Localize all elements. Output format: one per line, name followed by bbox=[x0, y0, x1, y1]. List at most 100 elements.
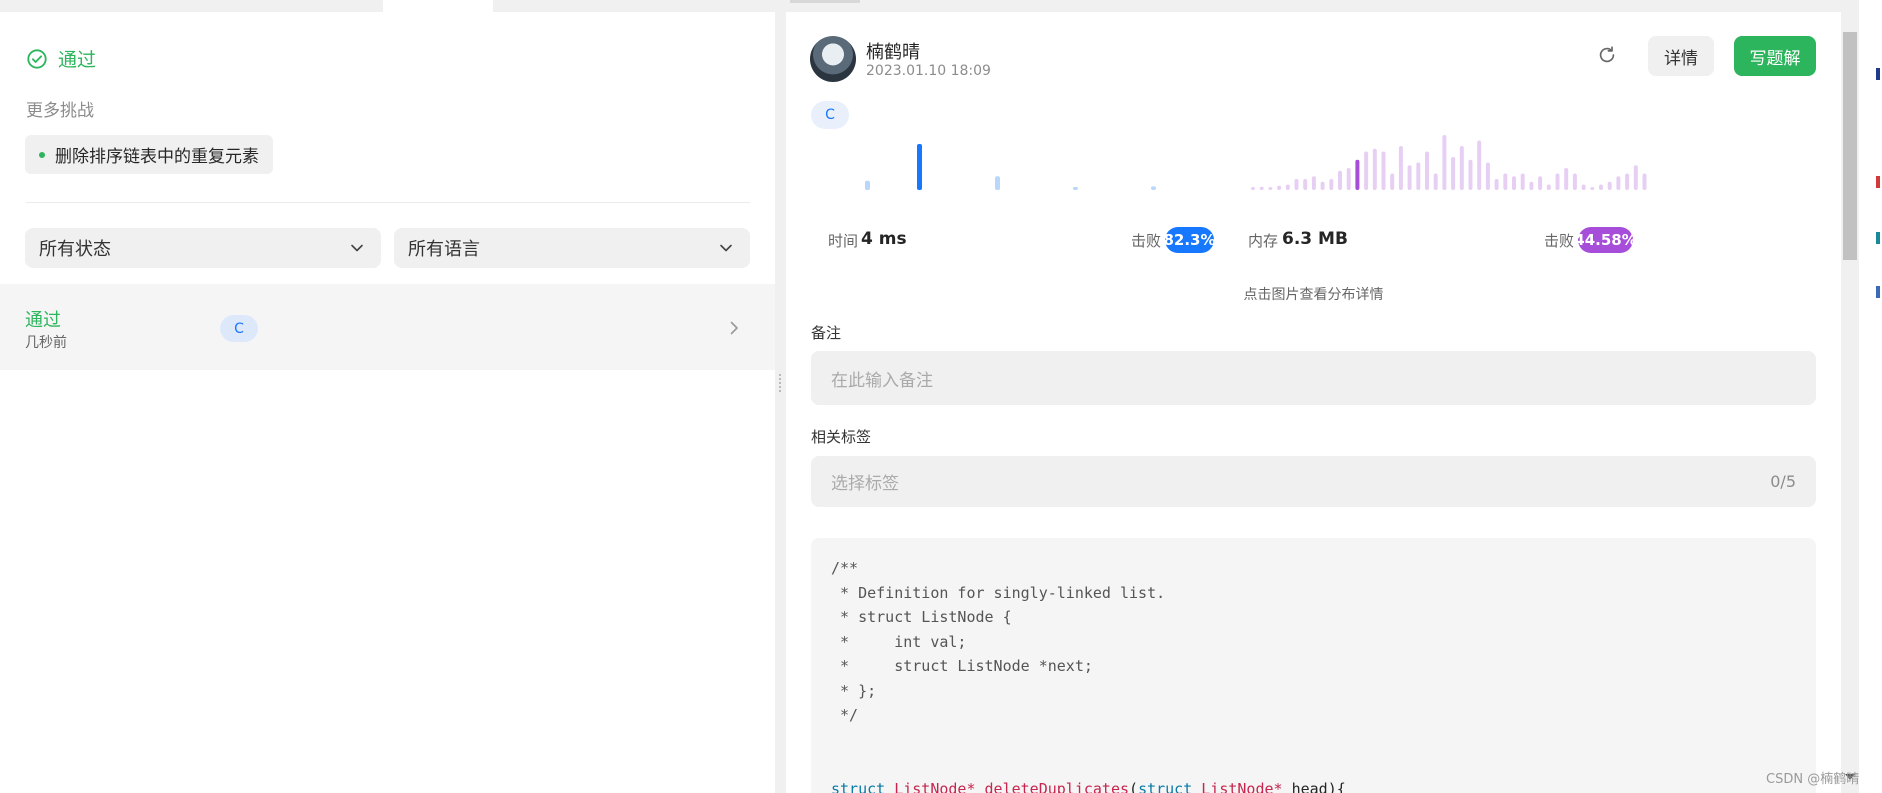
submission-language-badge: C bbox=[220, 315, 258, 342]
memory-bar bbox=[1633, 165, 1638, 190]
runtime-bar bbox=[865, 180, 870, 190]
divider bbox=[26, 202, 750, 203]
code-viewer[interactable]: /** * Definition for singly-linked list.… bbox=[811, 538, 1816, 793]
memory-bar bbox=[1372, 148, 1377, 190]
distribution-chart[interactable]: 时间 4 ms 击败 82.3% 内存 6.3 MB 击败 44.58% bbox=[811, 132, 1816, 262]
memory-bar bbox=[1590, 187, 1595, 190]
distribution-bars[interactable] bbox=[811, 132, 1816, 232]
refresh-icon[interactable] bbox=[1596, 44, 1618, 66]
submissions-panel: 通过 更多挑战 删除排序链表中的重复元素 所有状态 所有语言 通过 几秒前 C bbox=[0, 12, 775, 793]
result-label: 通过 bbox=[58, 49, 97, 71]
memory-beat-badge: 44.58% bbox=[1574, 227, 1637, 253]
chevron-right-icon bbox=[730, 321, 738, 335]
memory-bar bbox=[1520, 173, 1525, 190]
memory-bar bbox=[1512, 176, 1516, 190]
edge-marker-icon bbox=[1876, 68, 1880, 80]
avatar[interactable] bbox=[810, 36, 856, 82]
challenge-chip[interactable]: 删除排序链表中的重复元素 bbox=[25, 135, 273, 174]
bullet-dot-icon bbox=[39, 151, 45, 158]
memory-bar bbox=[1303, 179, 1308, 190]
runtime-beat-badge: 82.3% bbox=[1163, 227, 1216, 253]
memory-bar bbox=[1364, 151, 1369, 190]
runtime-value: 4 ms bbox=[861, 229, 907, 249]
notes-label: 备注 bbox=[811, 324, 842, 342]
memory-bar bbox=[1329, 179, 1334, 190]
memory-bar bbox=[1268, 187, 1273, 190]
memory-bar bbox=[1607, 181, 1612, 190]
memory-bar bbox=[1390, 173, 1395, 190]
memory-bar bbox=[1338, 170, 1342, 190]
memory-bar bbox=[1477, 140, 1482, 190]
detail-button[interactable]: 详情 bbox=[1648, 36, 1714, 76]
memory-bar bbox=[1546, 184, 1551, 190]
window-edge-strip bbox=[1859, 0, 1882, 793]
memory-bar bbox=[1398, 146, 1403, 190]
scrollbar-thumb[interactable] bbox=[1843, 32, 1857, 260]
memory-bar bbox=[1425, 151, 1429, 190]
memory-bar bbox=[1320, 181, 1325, 190]
memory-bar bbox=[1251, 187, 1255, 190]
memory-bar bbox=[1485, 162, 1490, 190]
memory-bar bbox=[1285, 184, 1290, 190]
check-circle-icon bbox=[27, 48, 47, 69]
submission-detail-panel: 楠鹤晴 2023.01.10 18:09 详情 写题解 C 时间 4 ms 击败… bbox=[786, 12, 1841, 793]
result-status: 通过 bbox=[26, 45, 96, 72]
tab-indicator-right[interactable] bbox=[790, 0, 860, 3]
memory-bar bbox=[1599, 184, 1603, 190]
submission-date: 2023.01.10 18:09 bbox=[866, 63, 991, 79]
submission-row[interactable]: 通过 几秒前 C bbox=[0, 284, 775, 370]
memory-bar bbox=[1538, 176, 1543, 190]
memory-bar bbox=[1564, 168, 1569, 190]
vertical-scrollbar[interactable] bbox=[1841, 12, 1859, 793]
submission-time: 几秒前 bbox=[25, 335, 67, 351]
tags-label: 相关标签 bbox=[811, 428, 872, 446]
memory-bar bbox=[1433, 173, 1438, 190]
memory-bar bbox=[1503, 173, 1508, 190]
chevron-down-icon bbox=[351, 244, 363, 252]
memory-beat-label: 击败 bbox=[1544, 232, 1575, 250]
memory-bar bbox=[1494, 179, 1499, 190]
user-name[interactable]: 楠鹤晴 bbox=[866, 38, 920, 64]
memory-bar bbox=[1581, 184, 1586, 190]
memory-bar bbox=[1346, 168, 1351, 190]
tags-select[interactable]: 选择标签 0/5 bbox=[811, 456, 1816, 507]
panel-splitter[interactable] bbox=[775, 12, 786, 793]
status-filter-select[interactable]: 所有状态 bbox=[25, 228, 381, 268]
memory-bar bbox=[1277, 185, 1282, 190]
memory-bar bbox=[1442, 135, 1447, 190]
chevron-down-icon bbox=[720, 244, 732, 252]
memory-bar bbox=[1459, 146, 1464, 190]
memory-bar bbox=[1259, 186, 1264, 190]
runtime-bar bbox=[917, 144, 922, 190]
runtime-bar bbox=[1151, 186, 1156, 190]
memory-value: 6.3 MB bbox=[1282, 229, 1348, 249]
runtime-label: 时间 bbox=[828, 232, 859, 250]
memory-bar bbox=[1416, 162, 1421, 190]
edge-marker-icon bbox=[1876, 176, 1880, 188]
memory-bar bbox=[1529, 181, 1534, 190]
distribution-hint: 点击图片查看分布详情 bbox=[1243, 287, 1384, 303]
splitter-grip-icon[interactable] bbox=[779, 374, 781, 392]
notes-input[interactable]: 在此输入备注 bbox=[811, 351, 1816, 405]
memory-label: 内存 bbox=[1248, 232, 1279, 250]
edge-marker-icon bbox=[1876, 286, 1880, 298]
memory-bar bbox=[1616, 176, 1621, 190]
active-tab-indicator[interactable] bbox=[383, 0, 493, 12]
runtime-bar bbox=[1073, 187, 1078, 190]
memory-bar bbox=[1294, 179, 1299, 190]
runtime-beat-label: 击败 bbox=[1131, 232, 1162, 250]
top-tab-strip bbox=[0, 0, 1882, 12]
runtime-bar bbox=[995, 176, 1000, 190]
memory-bar bbox=[1625, 173, 1630, 190]
watermark: CSDN @楠鹤晴 bbox=[1766, 772, 1860, 787]
language-filter-value: 所有语言 bbox=[408, 239, 480, 260]
language-filter-select[interactable]: 所有语言 bbox=[394, 228, 750, 268]
challenge-chip-label: 删除排序链表中的重复元素 bbox=[55, 147, 259, 167]
memory-bar bbox=[1381, 151, 1386, 190]
memory-bar bbox=[1407, 165, 1412, 190]
memory-bar bbox=[1642, 173, 1647, 190]
write-solution-button[interactable]: 写题解 bbox=[1734, 36, 1816, 76]
more-challenges-label: 更多挑战 bbox=[26, 101, 94, 121]
language-badge: C bbox=[811, 101, 849, 129]
memory-bar bbox=[1451, 157, 1456, 190]
